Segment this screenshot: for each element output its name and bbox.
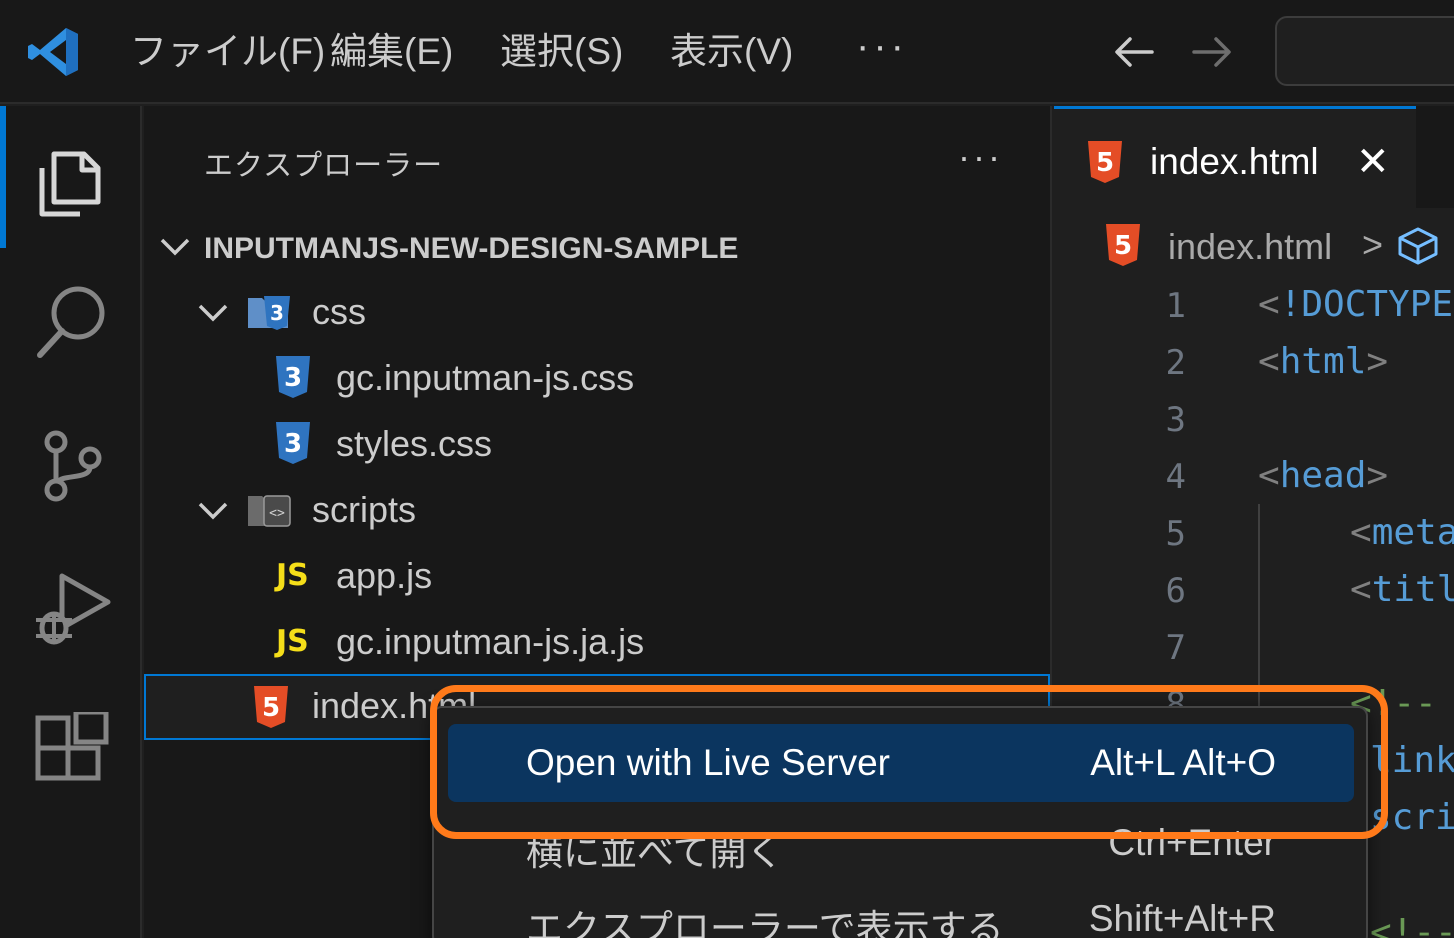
menu-item-shortcut: Shift+Alt+R (1088, 898, 1276, 938)
code-line-10[interactable]: scri (1370, 797, 1454, 838)
activity-bar (0, 106, 142, 938)
html-file-icon: 5 (1106, 224, 1140, 266)
tree-file-styles-css[interactable]: 3 styles.css (144, 412, 1050, 478)
code-line-1[interactable]: <!DOCTYPE (1258, 284, 1453, 325)
tree-file-gc-inputman-css[interactable]: 3 gc.inputman-js.css (144, 346, 1050, 412)
menu-item-label: Open with Live Server (526, 742, 891, 783)
code-punct: > (1366, 455, 1389, 496)
code-line-6[interactable]: <titl (1350, 569, 1454, 610)
code-punct: < (1350, 512, 1372, 553)
tab-label: index.html (1150, 141, 1319, 182)
scripts-folder-icon: <> (248, 495, 291, 527)
svg-text:5: 5 (1114, 231, 1132, 261)
arrow-right-icon[interactable] (1190, 30, 1234, 74)
tree-item-label: styles.css (336, 423, 493, 464)
run-debug-icon[interactable] (32, 568, 112, 648)
menu-file[interactable]: ファイル(F) (130, 28, 325, 76)
line-number: 3 (1165, 400, 1186, 440)
menu-item-reveal-in-explorer[interactable]: エクスプローラーで表示する Shift+Alt+R (448, 880, 1354, 938)
root-folder-label: INPUTMANJS-NEW-DESIGN-SAMPLE (204, 232, 739, 265)
arrow-left-icon[interactable] (1112, 30, 1156, 74)
svg-text:5: 5 (262, 693, 280, 723)
tree-root-folder[interactable]: INPUTMANJS-NEW-DESIGN-SAMPLE (144, 214, 1050, 280)
tree-file-gc-inputman-ja-js[interactable]: JS gc.inputman-js.ja.js (144, 610, 1050, 676)
menu-more-button[interactable]: ··· (856, 24, 908, 69)
vscode-logo[interactable] (26, 26, 80, 78)
svg-text:3: 3 (284, 363, 302, 393)
html-file-icon: 5 (254, 686, 288, 728)
active-view-indicator (0, 106, 6, 248)
line-number: 7 (1165, 628, 1186, 668)
editor-tab-bar: 5 index.html ✕ (1054, 106, 1454, 208)
css-file-icon: 3 (276, 422, 310, 464)
line-number: 6 (1165, 571, 1186, 611)
menu-item-label: 横に並べて開く (526, 832, 784, 873)
js-file-icon: JS (276, 624, 309, 659)
code-tag: html (1279, 341, 1367, 382)
code-punct: < (1258, 455, 1280, 496)
menu-item-shortcut: Ctrl+Enter (1108, 822, 1276, 863)
code-tag: !DOCTYPE (1279, 284, 1454, 325)
css-folder-icon: 3 (248, 296, 290, 330)
svg-text:<>: <> (269, 506, 285, 521)
tree-file-app-js[interactable]: JS app.js (144, 544, 1050, 610)
code-tag: titl (1371, 569, 1454, 610)
tree-folder-css[interactable]: 3 css (144, 280, 1050, 346)
tree-folder-scripts[interactable]: <> scripts (144, 478, 1050, 544)
line-number: 4 (1165, 457, 1186, 497)
code-line-12[interactable]: <!-- (1370, 912, 1454, 938)
svg-text:5: 5 (1096, 148, 1114, 178)
css-file-icon: 3 (276, 356, 310, 398)
code-line-9[interactable]: link (1370, 740, 1454, 781)
code-punct: < (1258, 341, 1280, 382)
menu-edit[interactable]: 編集(E) (330, 28, 453, 76)
explorer-more-button[interactable]: ··· (958, 136, 1003, 178)
breadcrumb-file[interactable]: index.html (1168, 226, 1332, 268)
menu-item-open-with-live-server[interactable]: Open with Live Server Alt+L Alt+O (448, 724, 1354, 802)
js-file-icon: JS (276, 558, 309, 593)
close-icon[interactable]: ✕ (1356, 139, 1390, 185)
code-punct: < (1350, 569, 1372, 610)
tree-item-label: gc.inputman-js.css (336, 357, 635, 398)
extensions-icon[interactable] (32, 712, 112, 792)
line-number: 5 (1165, 514, 1186, 554)
svg-text:3: 3 (284, 429, 302, 459)
chevron-down-icon (160, 238, 190, 256)
command-center-search[interactable] (1275, 16, 1454, 86)
code-tag: meta (1371, 512, 1454, 553)
menu-view[interactable]: 表示(V) (670, 28, 793, 76)
tree-item-label: app.js (336, 555, 433, 596)
menu-item-label: エクスプローラーで表示する (526, 908, 1004, 938)
code-punct: > (1366, 341, 1389, 382)
chevron-down-icon (198, 304, 228, 322)
tab-index-html[interactable]: 5 index.html ✕ (1054, 106, 1416, 208)
line-number: 1 (1165, 286, 1186, 326)
breadcrumb-separator: > (1362, 224, 1384, 265)
title-bar: ファイル(F) 編集(E) 選択(S) 表示(V) ··· (0, 0, 1454, 104)
context-menu: Open with Live Server Alt+L Alt+O 横に並べて開… (432, 706, 1368, 938)
html-file-icon: 5 (1088, 141, 1122, 183)
tree-item-label: css (312, 291, 366, 332)
code-tag: head (1279, 455, 1367, 496)
code-line-5[interactable]: <meta (1350, 512, 1454, 553)
menu-selection[interactable]: 選択(S) (500, 28, 623, 76)
code-punct: < (1258, 284, 1280, 325)
tree-item-label: gc.inputman-js.ja.js (336, 621, 645, 662)
source-control-icon[interactable] (32, 424, 112, 504)
code-line-4[interactable]: <head> (1258, 455, 1388, 496)
menu-item-open-to-side[interactable]: 横に並べて開く Ctrl+Enter (448, 804, 1354, 882)
tree-item-label: scripts (312, 489, 417, 530)
files-icon[interactable] (32, 138, 112, 218)
line-number: 2 (1165, 343, 1186, 383)
code-line-2[interactable]: <html> (1258, 341, 1388, 382)
menu-item-shortcut: Alt+L Alt+O (1090, 742, 1276, 783)
explorer-title: エクスプローラー (204, 150, 444, 182)
search-icon[interactable] (32, 281, 112, 361)
symbol-cube-icon[interactable] (1396, 226, 1440, 266)
chevron-down-icon (198, 502, 228, 520)
svg-text:3: 3 (270, 301, 284, 325)
